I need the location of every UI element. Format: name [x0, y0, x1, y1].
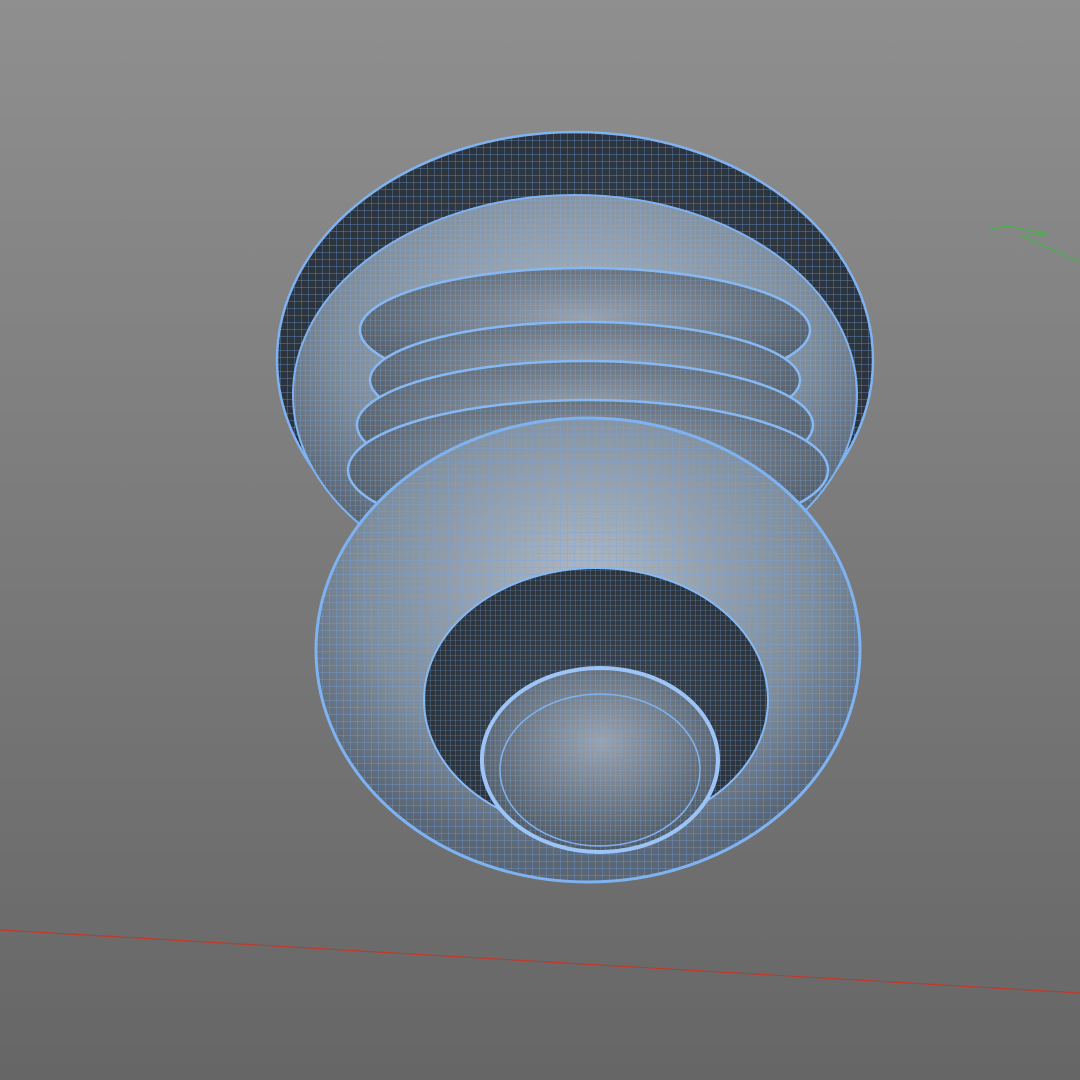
3d-viewport[interactable]: [0, 0, 1080, 1080]
wireframe-model[interactable]: [275, 130, 875, 884]
y-axis-line: [989, 225, 1080, 263]
x-axis-line: [0, 929, 1080, 994]
tip-dome: [480, 666, 720, 854]
viewport-canvas[interactable]: [0, 0, 1080, 1080]
